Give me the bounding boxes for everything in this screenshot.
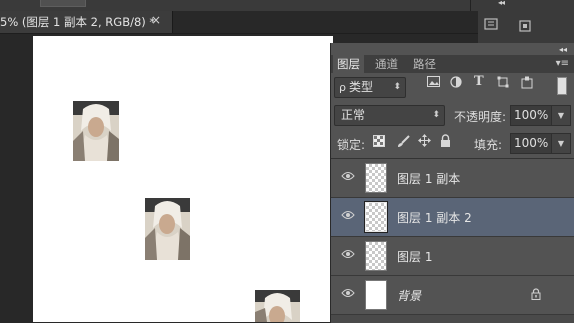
blend-mode-select[interactable]: 正常 ⬍ [334, 105, 445, 126]
layer-name: 图层 1 [397, 250, 433, 264]
close-tab-icon[interactable]: × [151, 13, 161, 27]
layer-thumbnail [365, 163, 387, 193]
tab-channels[interactable]: 通道 [371, 55, 402, 73]
image-filter-icon[interactable] [427, 76, 440, 92]
layer-name: 图层 1 副本 2 [397, 211, 472, 225]
fill-dropdown-icon[interactable]: ▼ [551, 133, 571, 154]
filter-toggle-switch[interactable] [557, 77, 567, 95]
search-icon: ρ [339, 81, 346, 94]
opacity-dropdown-icon[interactable]: ▼ [551, 105, 571, 126]
visibility-eye-icon[interactable] [340, 248, 356, 262]
tab-layers[interactable]: 图层 [333, 55, 364, 73]
document-tab[interactable]: 5% (图层 1 副本 2, RGB/8) * × [0, 11, 173, 33]
visibility-eye-icon[interactable] [340, 170, 356, 184]
filter-kind-select[interactable]: ρ 类型 ⬍ [334, 77, 406, 98]
layer-thumbnail [364, 201, 388, 233]
smart-object-filter-icon[interactable] [521, 76, 533, 93]
layer-row-selected[interactable]: 图层 1 副本 2 [331, 198, 574, 237]
photo-layer-1-copy [73, 101, 119, 161]
layer-name: 背景 [397, 289, 422, 303]
blend-mode-value: 正常 [341, 108, 366, 122]
panel-tab-bar: 图层 通道 路径 ▾≡ [331, 55, 574, 73]
layer-thumbnail [365, 241, 387, 271]
photo-layer-1 [255, 290, 300, 322]
filter-kind-label: 类型 [349, 80, 374, 94]
opacity-label: 不透明度: [454, 110, 507, 124]
options-button[interactable] [40, 0, 86, 7]
layer-row-background[interactable]: 背景 [331, 276, 574, 315]
layer-thumbnail [365, 280, 387, 310]
photo-layer-1-copy-2 [145, 198, 190, 260]
shape-filter-icon[interactable] [497, 76, 509, 92]
chevron-updown-icon: ⬍ [432, 110, 440, 120]
panel-menu-icon[interactable]: ▾≡ [556, 58, 569, 69]
top-options-strip: ◂◂ [0, 0, 574, 11]
dock-column [478, 11, 574, 45]
layer-row[interactable]: 图层 1 [331, 237, 574, 276]
layers-panel: ◂◂ 图层 通道 路径 ▾≡ ρ 类型 ⬍ T 正常 ⬍ 不透明度: 100% … [330, 43, 574, 323]
divider [470, 0, 471, 11]
document-canvas[interactable] [33, 36, 333, 322]
document-tab-title: 5% (图层 1 副本 2, RGB/8) * [0, 15, 156, 29]
layer-row[interactable]: 图层 1 副本 [331, 159, 574, 198]
text-filter-icon[interactable]: T [474, 74, 484, 89]
opacity-input[interactable]: 100% [510, 105, 552, 126]
fill-input[interactable]: 100% [510, 133, 552, 154]
visibility-eye-icon[interactable] [340, 209, 356, 223]
history-panel-icon[interactable] [484, 17, 504, 37]
layer-name: 图层 1 副本 [397, 172, 461, 186]
document-tab-bar: 5% (图层 1 副本 2, RGB/8) * × [0, 11, 478, 34]
lock-position-icon[interactable] [418, 134, 431, 150]
tab-paths[interactable]: 路径 [409, 55, 440, 73]
adjustment-filter-icon[interactable] [450, 76, 462, 92]
visibility-eye-icon[interactable] [340, 287, 356, 301]
lock-label: 锁定: [337, 138, 366, 152]
chevron-updown-icon: ⬍ [393, 82, 401, 92]
fill-label: 填充: [474, 138, 503, 152]
lock-transparent-pixels-icon[interactable] [373, 135, 385, 150]
lock-all-icon[interactable] [440, 134, 451, 150]
collapse-panel-icon[interactable]: ◂◂ [559, 45, 567, 54]
expand-dock-icon[interactable]: ◂◂ [498, 0, 505, 7]
properties-panel-icon[interactable] [518, 19, 532, 36]
lock-image-pixels-icon[interactable] [397, 135, 410, 151]
layers-list: 图层 1 副本 图层 1 副本 2 图层 1 背景 [331, 158, 574, 323]
layer-lock-icon [531, 288, 541, 303]
